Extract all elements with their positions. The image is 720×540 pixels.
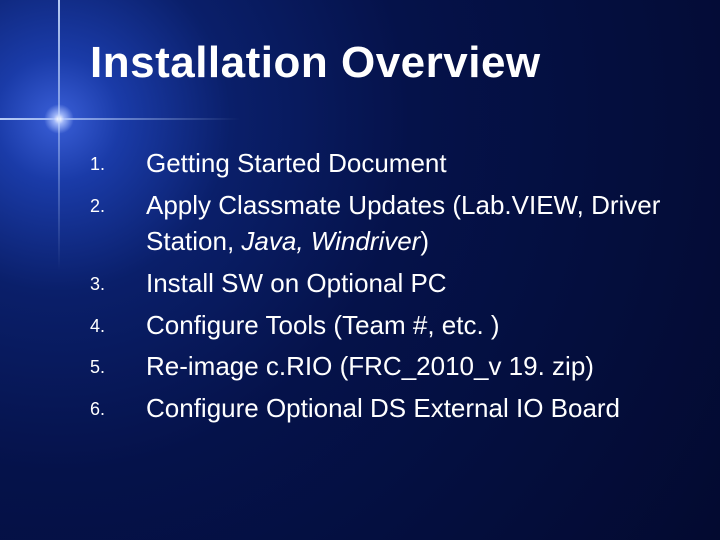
numbered-list: 1. Getting Started Document 2. Apply Cla…: [90, 146, 670, 427]
list-item: 5. Re-image c.RIO (FRC_2010_v 19. zip): [90, 349, 670, 385]
slide-content: Installation Overview 1. Getting Started…: [0, 0, 720, 540]
list-item: 4. Configure Tools (Team #, etc. ): [90, 308, 670, 344]
list-number: 5.: [90, 349, 146, 380]
list-text: Install SW on Optional PC: [146, 266, 670, 302]
list-item: 6. Configure Optional DS External IO Boa…: [90, 391, 670, 427]
list-text: Getting Started Document: [146, 146, 670, 182]
slide-title: Installation Overview: [90, 38, 670, 88]
list-number: 2.: [90, 188, 146, 219]
list-item: 2. Apply Classmate Updates (Lab.VIEW, Dr…: [90, 188, 670, 260]
list-number: 3.: [90, 266, 146, 297]
list-text: Apply Classmate Updates (Lab.VIEW, Drive…: [146, 188, 670, 260]
list-item: 1. Getting Started Document: [90, 146, 670, 182]
list-number: 6.: [90, 391, 146, 422]
list-text: Configure Optional DS External IO Board: [146, 391, 670, 427]
list-number: 4.: [90, 308, 146, 339]
list-number: 1.: [90, 146, 146, 177]
list-item: 3. Install SW on Optional PC: [90, 266, 670, 302]
list-text: Configure Tools (Team #, etc. ): [146, 308, 670, 344]
list-text: Re-image c.RIO (FRC_2010_v 19. zip): [146, 349, 670, 385]
